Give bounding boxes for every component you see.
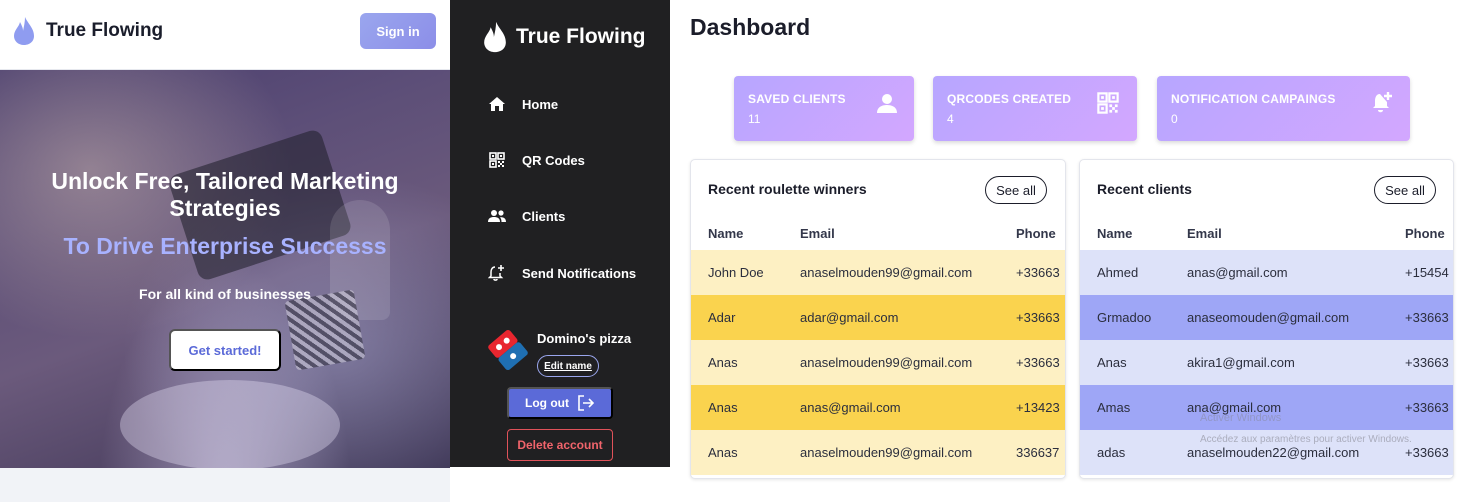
cell-email: anaseomouden@gmail.com: [1187, 310, 1350, 325]
table-row[interactable]: Ahmed anas@gmail.com +15454: [1080, 250, 1453, 295]
windows-activation-title: Activer Windows: [1200, 412, 1282, 424]
user-icon: [874, 90, 900, 116]
hero-subtitle: To Drive Enterprise Successs: [63, 233, 387, 259]
cell-phone: +33663: [1016, 265, 1060, 280]
notification-campaigns-card: NOTIFICATION CAMPAINGS 0: [1157, 76, 1410, 141]
column-header-name: Name: [708, 226, 744, 241]
hero-section: Unlock Free, Tailored Marketing Strategi…: [0, 70, 450, 468]
cell-email: adar@gmail.com: [800, 310, 899, 325]
users-icon: [486, 206, 508, 226]
qr-code-icon: [1095, 90, 1121, 116]
sidebar-item-send-notifications[interactable]: Send Notifications: [486, 261, 636, 285]
see-all-winners-button[interactable]: See all: [985, 176, 1047, 204]
column-header-name: Name: [1097, 226, 1133, 241]
cell-email: anas@gmail.com: [800, 400, 901, 415]
sidebar-item-label: Send Notifications: [522, 265, 637, 281]
card-value: 4: [947, 112, 954, 126]
table-row[interactable]: John Doe anaselmouden99@gmail.com +33663: [691, 250, 1065, 295]
sidebar-brand: True Flowing: [516, 25, 646, 48]
table-row[interactable]: Anas anaselmouden99@gmail.com +33663: [691, 340, 1065, 385]
sidebar-item-clients[interactable]: Clients: [486, 204, 565, 228]
cell-name: Anas: [708, 445, 738, 460]
sidebar: True Flowing Home QR Codes Clients Send …: [450, 0, 670, 467]
cell-email: anaselmouden22@gmail.com: [1187, 445, 1360, 460]
qr-code-icon: [486, 150, 508, 170]
table-row[interactable]: Anas anaselmouden99@gmail.com 336637: [691, 430, 1065, 475]
see-all-clients-button[interactable]: See all: [1374, 176, 1436, 204]
hero-title: Unlock Free, Tailored Marketing Strategi…: [51, 168, 399, 221]
table-row[interactable]: Grmadoo anaseomouden@gmail.com +33663: [1080, 295, 1453, 340]
sidebar-item-home[interactable]: Home: [486, 92, 558, 116]
business-name: Domino's pizza: [537, 331, 632, 346]
get-started-button[interactable]: Get started!: [169, 329, 281, 371]
flame-logo-icon: [484, 21, 506, 53]
cell-phone: +33663: [1016, 355, 1060, 370]
cell-name: adas: [1097, 445, 1126, 460]
log-out-label: Log out: [525, 396, 569, 410]
cell-email: anas@gmail.com: [1187, 265, 1288, 280]
cell-name: John Doe: [708, 265, 764, 280]
home-icon: [486, 94, 508, 114]
dashboard-main: Dashboard SAVED CLIENTS 11 QRCODES CREAT…: [670, 0, 1467, 502]
sidebar-item-label: Clients: [522, 208, 566, 224]
cell-email: akira1@gmail.com: [1187, 355, 1295, 370]
card-title: SAVED CLIENTS: [748, 92, 846, 106]
cell-phone: +33663: [1405, 355, 1449, 370]
delete-account-button[interactable]: Delete account: [507, 429, 613, 461]
edit-name-button[interactable]: Edit name: [537, 355, 599, 377]
bell-plus-icon: [486, 263, 508, 283]
logout-icon: [578, 395, 595, 411]
page-title: Dashboard: [690, 14, 811, 40]
bell-plus-icon: [1369, 90, 1395, 116]
table-row[interactable]: Anas akira1@gmail.com +33663: [1080, 340, 1453, 385]
column-header-email: Email: [800, 226, 835, 241]
cell-phone: +33663: [1405, 400, 1449, 415]
cell-phone: +33663: [1405, 445, 1449, 460]
business-logo-icon: [488, 329, 528, 371]
panel-title: Recent clients: [1097, 181, 1192, 197]
card-title: QRCODES CREATED: [947, 92, 1072, 106]
flame-logo-icon: [14, 17, 34, 45]
column-header-email: Email: [1187, 226, 1222, 241]
cell-phone: +15454: [1405, 265, 1449, 280]
landing-header: True Flowing Sign in: [0, 0, 450, 70]
cell-name: Anas: [708, 355, 738, 370]
landing-page: True Flowing Sign in Unlock Free, Tailor…: [0, 0, 450, 502]
card-value: 11: [748, 112, 761, 126]
cell-phone: +13423: [1016, 400, 1060, 415]
column-header-phone: Phone: [1405, 226, 1445, 241]
cell-phone: +33663: [1405, 310, 1449, 325]
cell-name: Amas: [1097, 400, 1131, 415]
column-header-phone: Phone: [1016, 226, 1056, 241]
recent-clients-panel: Recent clients See all Name Email Phone …: [1079, 159, 1454, 479]
table-row[interactable]: Adar adar@gmail.com +33663: [691, 295, 1065, 340]
saved-clients-card: SAVED CLIENTS 11: [734, 76, 914, 141]
cell-email: anaselmouden99@gmail.com: [800, 265, 973, 280]
cell-name: Adar: [708, 310, 736, 325]
cell-name: Anas: [1097, 355, 1127, 370]
cell-phone: 336637: [1016, 445, 1060, 460]
card-value: 0: [1171, 112, 1178, 126]
qrcodes-created-card: QRCODES CREATED 4: [933, 76, 1137, 141]
sidebar-item-label: QR Codes: [522, 152, 585, 168]
cell-phone: +33663: [1016, 310, 1060, 325]
panel-title: Recent roulette winners: [708, 181, 867, 197]
cell-name: Anas: [708, 400, 738, 415]
landing-brand: True Flowing: [46, 20, 164, 41]
table-row[interactable]: Anas anas@gmail.com +13423: [691, 385, 1065, 430]
cell-name: Ahmed: [1097, 265, 1139, 280]
cell-name: Grmadoo: [1097, 310, 1152, 325]
card-title: NOTIFICATION CAMPAINGS: [1171, 92, 1336, 106]
recent-winners-panel: Recent roulette winners See all Name Ema…: [690, 159, 1066, 479]
hero-plate-image: [120, 380, 340, 468]
cell-email: anaselmouden99@gmail.com: [800, 355, 973, 370]
log-out-button[interactable]: Log out: [507, 387, 613, 419]
sign-in-button[interactable]: Sign in: [360, 13, 436, 49]
sidebar-item-qr-codes[interactable]: QR Codes: [486, 148, 585, 172]
hero-tagline: For all kind of businesses: [139, 286, 311, 302]
sidebar-item-label: Home: [522, 96, 559, 112]
windows-activation-watermark: Accédez aux paramètres pour activer Wind…: [1200, 434, 1412, 445]
cell-email: anaselmouden99@gmail.com: [800, 445, 973, 460]
